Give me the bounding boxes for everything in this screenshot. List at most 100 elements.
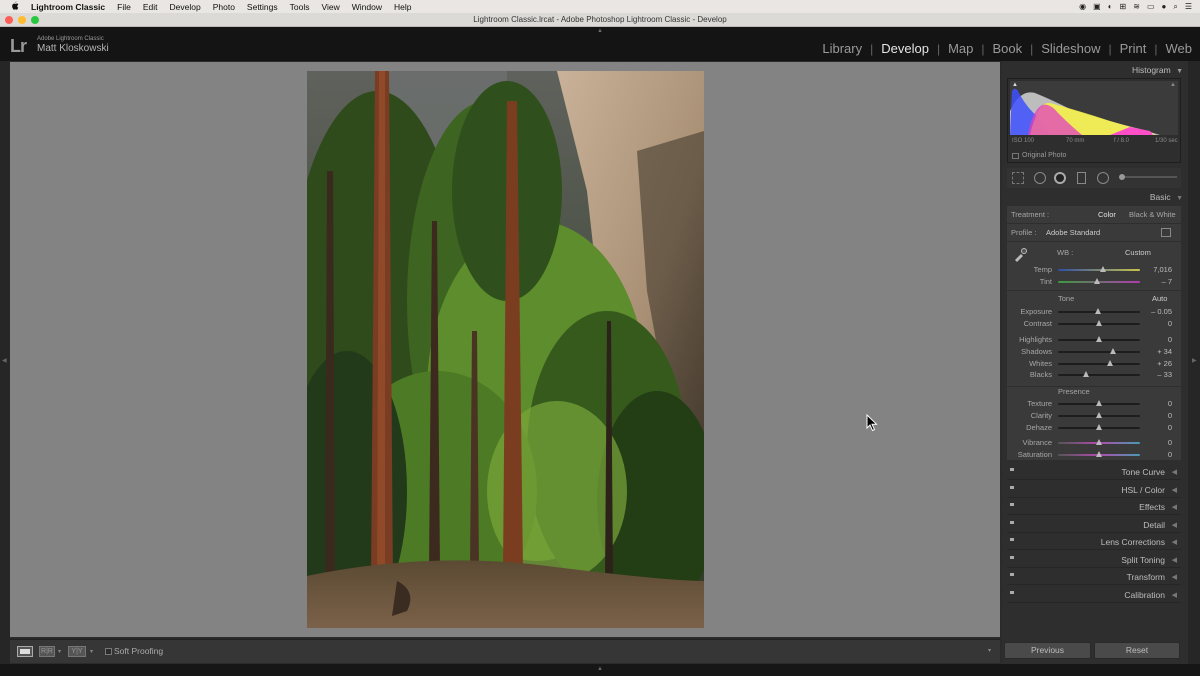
forest-photo[interactable] xyxy=(307,71,704,628)
clarity-value[interactable]: 0 xyxy=(1142,411,1172,420)
status-icon-3[interactable]: ⊞ xyxy=(1120,2,1127,11)
histogram-header[interactable]: Histogram ▼ xyxy=(1005,65,1183,75)
spotlight-icon[interactable]: ⌕ xyxy=(1173,2,1177,12)
tone-auto-button[interactable]: Auto xyxy=(1152,294,1167,303)
saturation-value[interactable]: 0 xyxy=(1142,450,1172,459)
crop-tool-icon[interactable] xyxy=(1012,172,1024,184)
shadows-value[interactable]: + 34 xyxy=(1142,347,1172,356)
module-library[interactable]: Library xyxy=(814,41,870,56)
module-develop[interactable]: Develop xyxy=(873,41,937,56)
zoom-window-icon[interactable] xyxy=(31,16,39,24)
treatment-color-option[interactable]: Color xyxy=(1098,210,1116,219)
blacks-slider[interactable] xyxy=(1058,374,1140,376)
eyedropper-icon[interactable] xyxy=(1013,248,1027,262)
toolbar-menu-icon[interactable]: ▾ xyxy=(988,647,991,654)
graduated-filter-icon[interactable] xyxy=(1077,172,1086,184)
filmstrip-collapsed[interactable]: ▲ xyxy=(0,664,1200,676)
shadows-slider-thumb[interactable] xyxy=(1109,348,1116,354)
menu-develop[interactable]: Develop xyxy=(170,2,201,12)
vibrance-value[interactable]: 0 xyxy=(1142,438,1172,447)
radial-filter-icon[interactable] xyxy=(1097,172,1109,184)
module-book[interactable]: Book xyxy=(984,41,1030,56)
panel-transform[interactable]: Transform ◀ xyxy=(1007,568,1181,585)
menu-help[interactable]: Help xyxy=(394,2,411,12)
menu-view[interactable]: View xyxy=(321,2,339,12)
contrast-value[interactable]: 0 xyxy=(1142,319,1172,328)
red-eye-icon[interactable] xyxy=(1054,172,1066,184)
menu-settings[interactable]: Settings xyxy=(247,2,278,12)
notification-center-icon[interactable]: ☰ xyxy=(1185,2,1192,11)
module-map[interactable]: Map xyxy=(940,41,981,56)
module-print[interactable]: Print xyxy=(1112,41,1155,56)
blacks-slider-thumb[interactable] xyxy=(1082,371,1089,377)
left-panel-toggle-icon[interactable]: ◀ xyxy=(2,357,7,364)
whites-slider[interactable] xyxy=(1058,363,1140,365)
temp-slider-thumb[interactable] xyxy=(1100,266,1107,272)
apple-icon[interactable] xyxy=(11,1,23,12)
minimize-window-icon[interactable] xyxy=(18,16,26,24)
panel-hsl-color[interactable]: HSL / Color ◀ xyxy=(1007,481,1181,498)
menu-photo[interactable]: Photo xyxy=(213,2,235,12)
dehaze-slider-thumb[interactable] xyxy=(1096,424,1102,430)
texture-value[interactable]: 0 xyxy=(1142,399,1172,408)
blacks-value[interactable]: – 33 xyxy=(1142,370,1172,379)
highlights-slider-thumb[interactable] xyxy=(1096,336,1102,342)
histogram-graph[interactable]: ▲ ▲ xyxy=(1010,76,1178,135)
highlights-value[interactable]: 0 xyxy=(1142,335,1172,344)
right-edge-strip[interactable]: ▶ xyxy=(1188,61,1200,664)
shadows-slider[interactable] xyxy=(1058,351,1140,353)
brush-slider[interactable] xyxy=(1122,176,1177,178)
spot-removal-icon[interactable] xyxy=(1034,172,1046,184)
reset-button[interactable]: Reset xyxy=(1094,642,1180,659)
vibrance-slider-thumb[interactable] xyxy=(1096,439,1102,445)
profile-browser-icon[interactable] xyxy=(1161,228,1171,237)
panel-split-toning[interactable]: Split Toning ◀ xyxy=(1007,551,1181,568)
wb-select[interactable]: Custom xyxy=(1125,248,1151,257)
treatment-bw-option[interactable]: Black & White xyxy=(1129,210,1176,219)
temp-value[interactable]: 7,016 xyxy=(1142,265,1172,274)
shadow-clipping-icon[interactable]: ▲ xyxy=(1012,82,1018,88)
menu-window[interactable]: Window xyxy=(352,2,382,12)
close-window-icon[interactable] xyxy=(5,16,13,24)
before-after-icon[interactable]: R|R xyxy=(39,646,55,657)
temp-slider[interactable] xyxy=(1058,269,1140,271)
whites-value[interactable]: + 26 xyxy=(1142,359,1172,368)
swap-icon[interactable]: Y|Y xyxy=(68,646,86,657)
right-panel-toggle-icon[interactable]: ▶ xyxy=(1192,357,1197,364)
panel-effects[interactable]: Effects ◀ xyxy=(1007,498,1181,515)
status-icon-1[interactable]: ◉ xyxy=(1079,2,1086,11)
basic-header[interactable]: Basic ▼ xyxy=(1005,192,1183,202)
texture-slider-thumb[interactable] xyxy=(1096,400,1102,406)
profile-select[interactable]: Adobe Standard xyxy=(1046,228,1100,237)
menu-edit[interactable]: Edit xyxy=(143,2,158,12)
module-slideshow[interactable]: Slideshow xyxy=(1033,41,1108,56)
clarity-slider-thumb[interactable] xyxy=(1096,412,1102,418)
status-icon-2[interactable]: ◐ xyxy=(1108,2,1113,11)
top-panel-toggle-icon[interactable]: ▲ xyxy=(597,28,603,34)
previous-button[interactable]: Previous xyxy=(1004,642,1091,659)
panel-detail[interactable]: Detail ◀ xyxy=(1007,516,1181,533)
chevron-down-icon[interactable]: ▾ xyxy=(58,648,61,655)
tint-value[interactable]: – 7 xyxy=(1142,277,1172,286)
left-panel-collapsed[interactable]: ◀ xyxy=(0,61,10,664)
highlight-clipping-icon[interactable]: ▲ xyxy=(1170,82,1176,88)
panel-calibration[interactable]: Calibration ◀ xyxy=(1007,586,1181,603)
bottom-panel-toggle-icon[interactable]: ▲ xyxy=(597,666,603,672)
dehaze-value[interactable]: 0 xyxy=(1142,423,1172,432)
exposure-slider-thumb[interactable] xyxy=(1095,308,1102,314)
airplay-icon[interactable]: ▭ xyxy=(1147,2,1155,11)
camera-icon[interactable]: ▣ xyxy=(1093,2,1101,11)
menu-file[interactable]: File xyxy=(117,2,131,12)
module-web[interactable]: Web xyxy=(1158,41,1193,56)
loupe-view-icon[interactable] xyxy=(17,646,33,657)
exposure-value[interactable]: – 0.05 xyxy=(1142,307,1172,316)
saturation-slider-thumb[interactable] xyxy=(1096,451,1102,457)
contrast-slider-thumb[interactable] xyxy=(1096,320,1102,326)
menu-tools[interactable]: Tools xyxy=(290,2,310,12)
menu-app-name[interactable]: Lightroom Classic xyxy=(31,2,105,12)
whites-slider-thumb[interactable] xyxy=(1106,360,1113,366)
user-icon[interactable]: ● xyxy=(1162,2,1167,11)
panel-tone-curve[interactable]: Tone Curve ◀ xyxy=(1007,463,1181,480)
original-photo-checkbox[interactable] xyxy=(1012,153,1019,159)
panel-lens-corrections[interactable]: Lens Corrections ◀ xyxy=(1007,533,1181,550)
